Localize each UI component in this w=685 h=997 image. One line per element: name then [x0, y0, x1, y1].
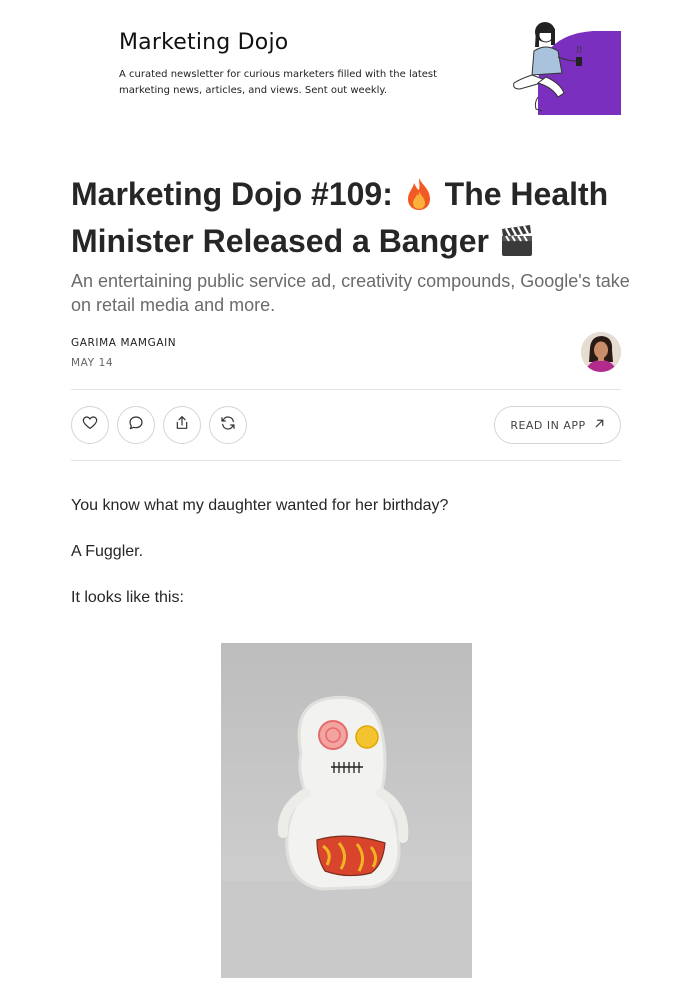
author-avatar[interactable]: [581, 332, 621, 372]
comment-icon: [128, 415, 144, 436]
post-subtitle: An entertaining public service ad, creat…: [71, 271, 630, 315]
comment-button[interactable]: [117, 406, 155, 444]
header-illustration: [508, 17, 623, 115]
body-paragraph-1: You know what my daughter wanted for her…: [71, 497, 449, 514]
post-actions-bar: READ IN APP: [71, 406, 621, 444]
fuggler-photo[interactable]: [221, 643, 472, 978]
post-title-part1: Marketing Dojo #109:: [71, 176, 393, 212]
publication-description: A curated newsletter for curious markete…: [119, 69, 438, 96]
post-date: MAY 14: [71, 357, 114, 369]
share-button[interactable]: [163, 406, 201, 444]
heart-icon: [82, 415, 98, 436]
clapperboard-icon: [500, 224, 534, 268]
post-title: Marketing Dojo #109: The Health Minister…: [71, 174, 631, 268]
share-icon: [174, 415, 190, 436]
body-paragraph-2: A Fuggler.: [71, 543, 144, 560]
restack-button[interactable]: [209, 406, 247, 444]
read-in-app-button[interactable]: READ IN APP: [494, 406, 621, 444]
divider-top: [71, 389, 621, 390]
divider-bottom: [71, 460, 621, 461]
read-in-app-label: READ IN APP: [510, 418, 586, 432]
like-button[interactable]: [71, 406, 109, 444]
body-paragraph-3: It looks like this:: [71, 589, 184, 606]
author-name[interactable]: GARIMA MAMGAIN: [71, 337, 176, 349]
fire-icon: [404, 177, 434, 221]
restack-icon: [220, 415, 236, 436]
publication-header: Marketing Dojo A curated newsletter for …: [0, 0, 685, 130]
arrow-up-right-icon: [594, 418, 605, 432]
publication-name[interactable]: Marketing Dojo: [119, 30, 288, 55]
